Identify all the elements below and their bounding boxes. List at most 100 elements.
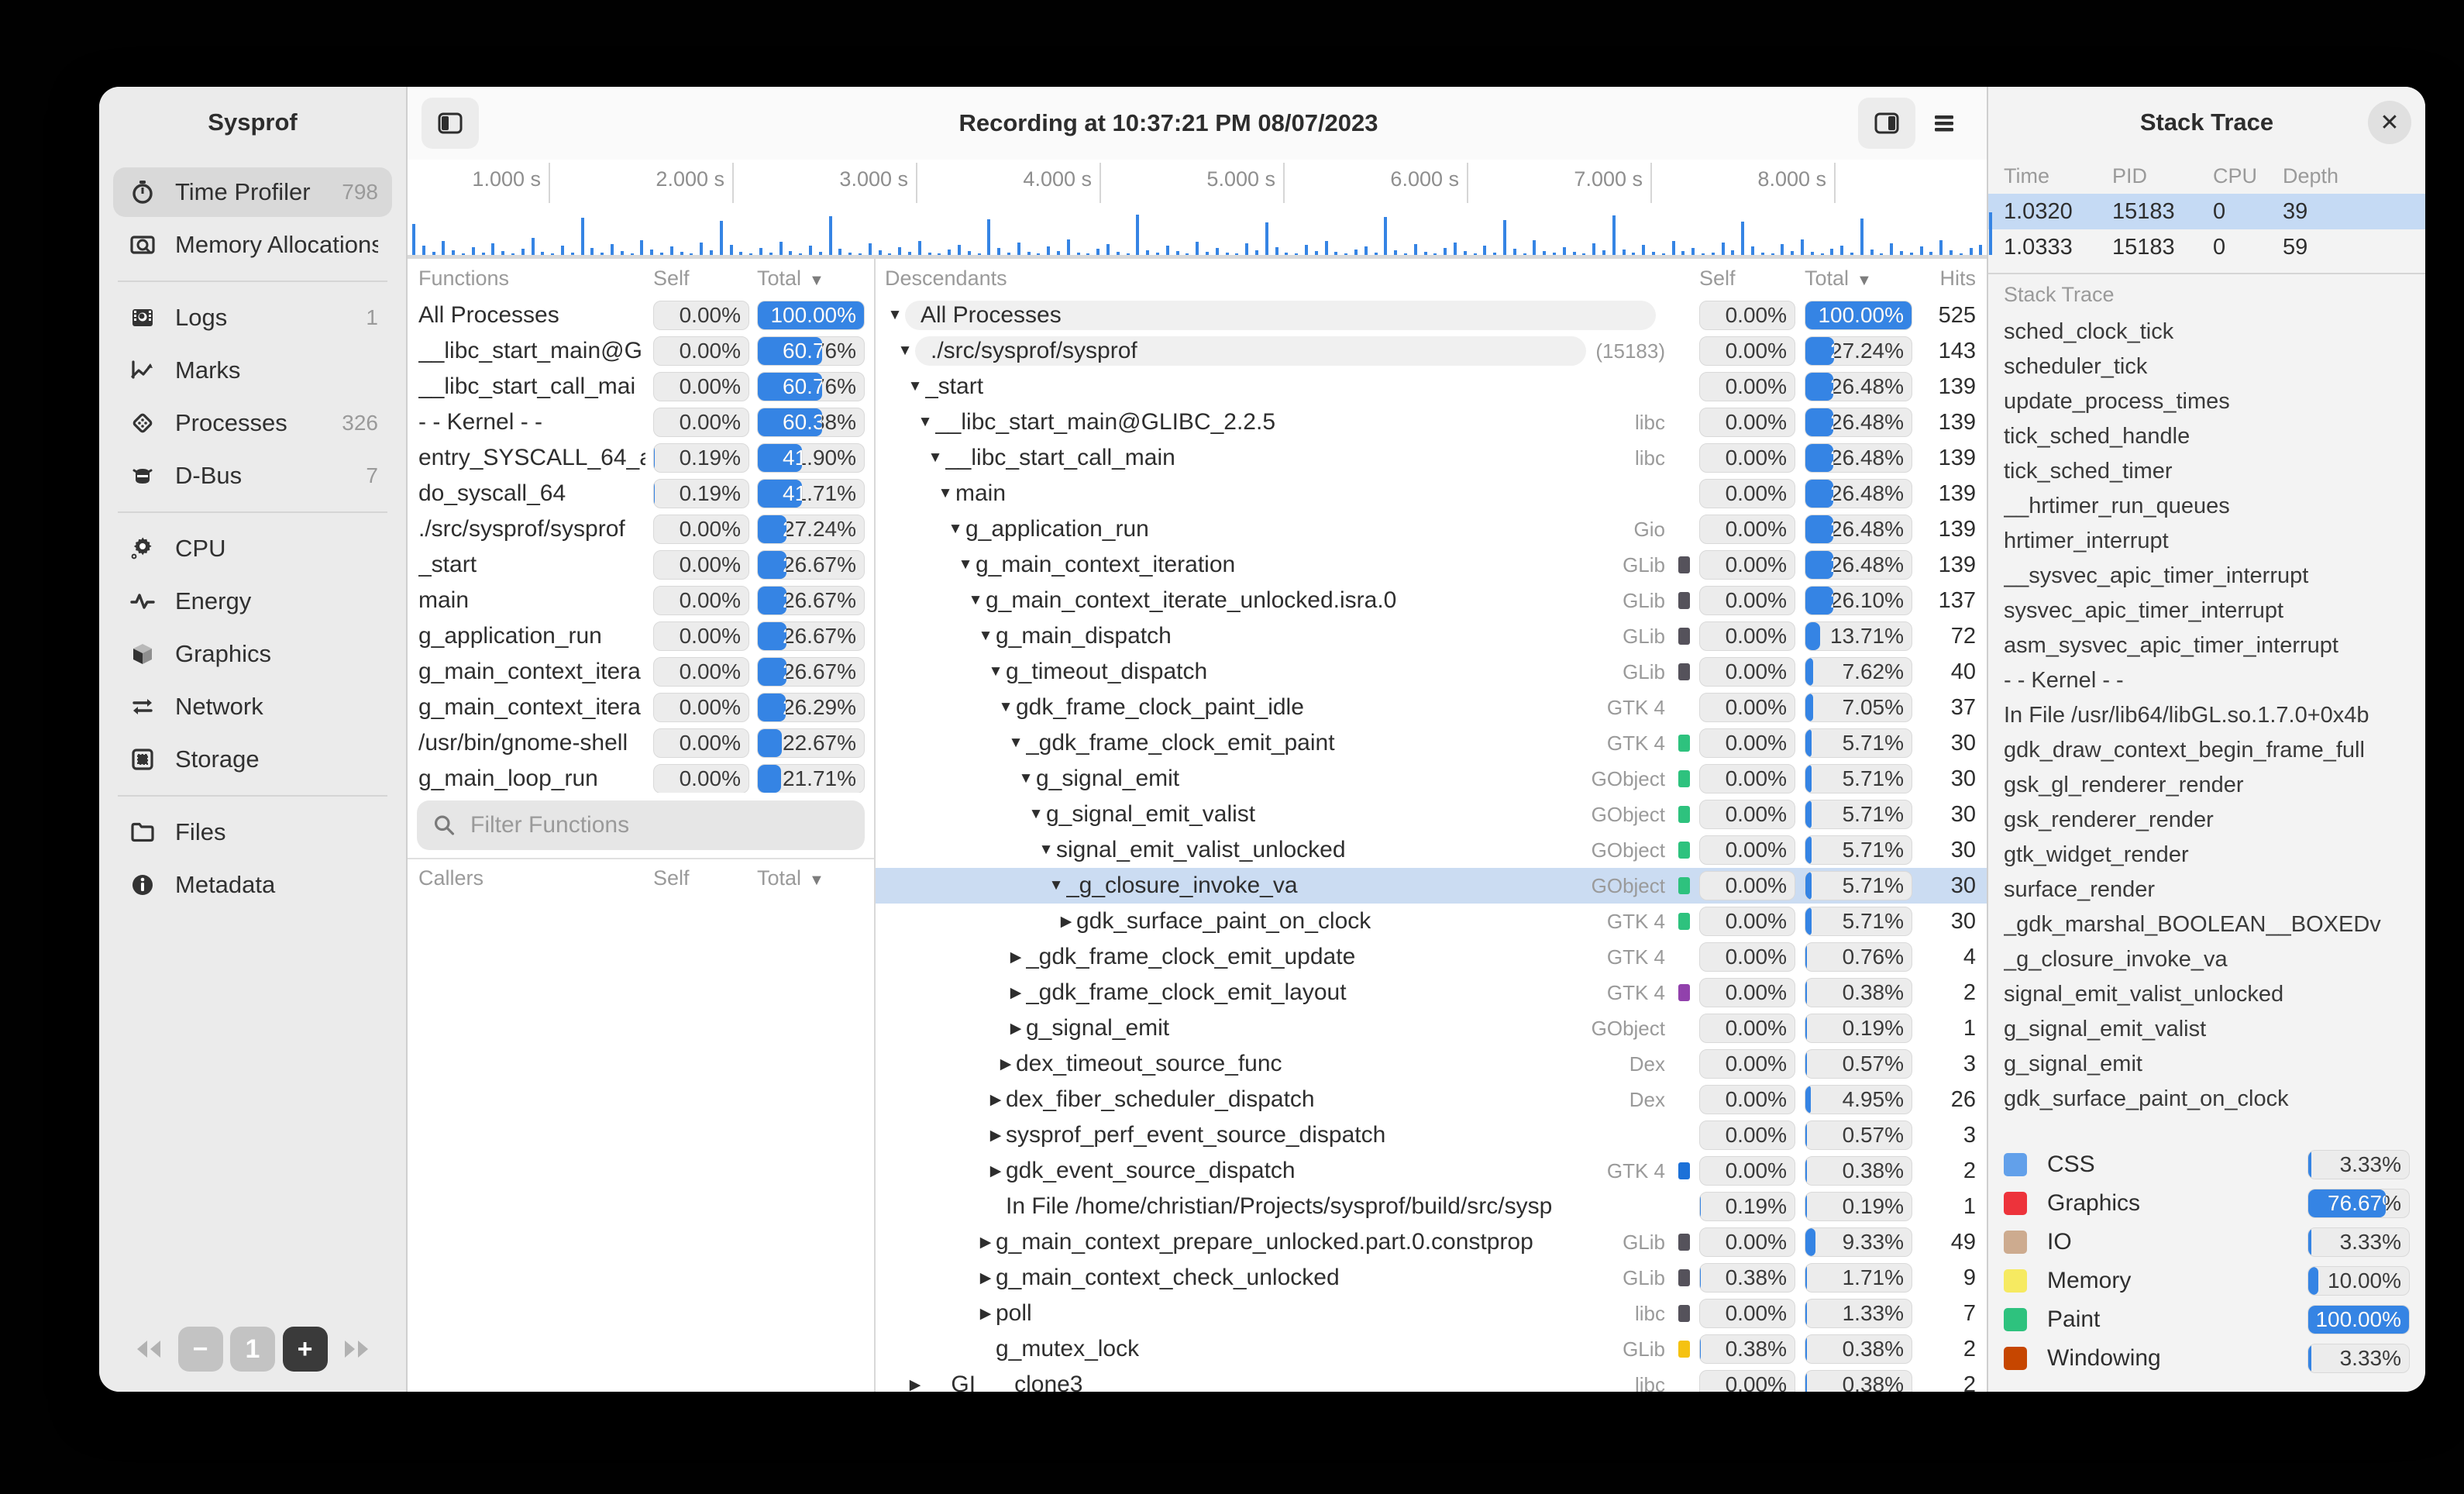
stack-frame[interactable]: gtk_widget_render [2004,838,2410,873]
skip-forward-icon[interactable] [335,1327,380,1372]
tree-row[interactable]: ▼__libc_start_main@GLIBC_2.2.5libc0.00%0… [876,404,1987,440]
expanded-arrow-icon[interactable]: ▼ [1046,877,1066,894]
tree-row[interactable]: ▼signal_emit_valist_unlockedGObject0.00%… [876,832,1987,868]
close-icon[interactable]: ✕ [2368,101,2411,144]
collapsed-arrow-icon[interactable]: ▶ [976,1305,996,1323]
expanded-arrow-icon[interactable]: ▼ [1026,806,1046,823]
stack-frame[interactable]: tick_sched_timer [2004,454,2410,489]
toggle-sidebar-button[interactable] [422,98,479,149]
function-row[interactable]: _start0.00%0.00%26.67%26.67% [408,547,874,583]
pid-column-header[interactable]: PID [2112,164,2205,188]
expanded-arrow-icon[interactable]: ▼ [1006,735,1026,752]
collapsed-arrow-icon[interactable]: ▶ [905,1376,925,1392]
callers-total-column-header[interactable]: Total▼ [757,866,865,890]
expanded-arrow-icon[interactable]: ▼ [1016,770,1036,787]
collapsed-arrow-icon[interactable]: ▶ [996,1055,1016,1073]
tree-row[interactable]: ▶g_main_context_check_unlockedGLib0.38%0… [876,1260,1987,1296]
collapsed-arrow-icon[interactable]: ▶ [986,1127,1006,1145]
collapsed-arrow-icon[interactable]: ▶ [986,1091,1006,1109]
callers-self-column-header[interactable]: Self [653,866,749,890]
zoom-out-button[interactable]: − [178,1327,223,1372]
tree-row[interactable]: ▼g_main_context_iterationGLib0.00%0.00%2… [876,547,1987,583]
tree-row[interactable]: ▼_gdk_frame_clock_emit_paintGTK 40.00%0.… [876,725,1987,761]
sample-row[interactable]: 1.033315183059 [1988,229,2425,265]
functions-column-header[interactable]: Functions [418,267,645,291]
function-row[interactable]: do_syscall_640.19%0.19%41.71%41.71% [408,476,874,511]
tree-row[interactable]: In File /home/christian/Projects/sysprof… [876,1189,1987,1224]
function-row[interactable]: main0.00%0.00%26.67%26.67% [408,583,874,618]
expanded-arrow-icon[interactable]: ▼ [1036,842,1056,859]
depth-column-header[interactable]: Depth [2283,164,2410,188]
function-row[interactable]: ./src/sysprof/sysprof0.00%0.00%27.24%27.… [408,511,874,547]
stack-frame[interactable]: surface_render [2004,873,2410,907]
function-row[interactable]: - - Kernel - -0.00%0.00%60.38%60.38% [408,404,874,440]
cpu-column-header[interactable]: CPU [2213,164,2275,188]
sidebar-item-energy[interactable]: Energy [113,577,392,626]
self-column-header[interactable]: Self [653,267,749,291]
total-column-header[interactable]: Total▼ [757,267,865,291]
sidebar-item-logs[interactable]: Logs1 [113,293,392,343]
tree-row[interactable]: ▼_start0.00%0.00%26.48%26.48%139 [876,369,1987,404]
tree-row[interactable]: ▼__libc_start_call_mainlibc0.00%0.00%26.… [876,440,1987,476]
expanded-arrow-icon[interactable]: ▼ [976,628,996,645]
stack-frame[interactable]: In File /usr/lib64/libGL.so.1.7.0+0x4b [2004,698,2410,733]
tree-row[interactable]: ▼g_signal_emitGObject0.00%0.00%5.71%5.71… [876,761,1987,797]
sidebar-item-metadata[interactable]: Metadata [113,860,392,910]
expanded-arrow-icon[interactable]: ▼ [915,414,935,431]
expanded-arrow-icon[interactable]: ▼ [955,556,976,573]
hits-column-header[interactable]: Hits [1922,267,1976,291]
sidebar-item-network[interactable]: Network [113,682,392,732]
function-row[interactable]: __libc_start_main@G0.00%0.00%60.76%60.76… [408,333,874,369]
collapsed-arrow-icon[interactable]: ▶ [1006,984,1026,1002]
stack-frame[interactable]: hrtimer_interrupt [2004,524,2410,559]
stack-frame[interactable]: sched_clock_tick [2004,315,2410,349]
collapsed-arrow-icon[interactable]: ▶ [1006,948,1026,966]
expanded-arrow-icon[interactable]: ▼ [905,378,925,395]
function-row[interactable]: g_main_context_itera0.00%0.00%26.29%26.2… [408,690,874,725]
stack-frame[interactable]: g_signal_emit [2004,1047,2410,1082]
expanded-arrow-icon[interactable]: ▼ [935,485,955,502]
stack-frame[interactable]: scheduler_tick [2004,349,2410,384]
sidebar-item-d-bus[interactable]: D-Bus7 [113,451,392,501]
expanded-arrow-icon[interactable]: ▼ [965,592,986,609]
tree-row[interactable]: ▼All Processes0.00%0.00%100.00%100.00%52… [876,298,1987,333]
tree-row[interactable]: ▼gdk_frame_clock_paint_idleGTK 40.00%0.0… [876,690,1987,725]
descendants-self-column-header[interactable]: Self [1699,267,1795,291]
skip-backward-icon[interactable] [126,1327,170,1372]
sidebar-item-processes[interactable]: Processes326 [113,398,392,448]
expanded-arrow-icon[interactable]: ▼ [996,699,1016,716]
tree-row[interactable]: ▼g_application_runGio0.00%0.00%26.48%26.… [876,511,1987,547]
collapsed-arrow-icon[interactable]: ▶ [986,1162,1006,1180]
tree-row[interactable]: ▶_gdk_frame_clock_emit_updateGTK 40.00%0… [876,939,1987,975]
tree-row[interactable]: ▼g_signal_emit_valistGObject0.00%0.00%5.… [876,797,1987,832]
stack-frame[interactable]: g_signal_emit_valist [2004,1012,2410,1047]
collapsed-arrow-icon[interactable]: ▶ [1006,1020,1026,1038]
stack-frame[interactable]: update_process_times [2004,384,2410,419]
stack-frame[interactable]: gsk_gl_renderer_render [2004,768,2410,803]
callers-column-header[interactable]: Callers [418,866,645,890]
function-row[interactable]: All Processes0.00%0.00%100.00%100.00% [408,298,874,333]
function-row[interactable]: entry_SYSCALL_64_a0.19%0.19%41.90%41.90% [408,440,874,476]
tree-row[interactable]: ▶sysprof_perf_event_source_dispatch0.00%… [876,1117,1987,1153]
menu-button[interactable] [1915,98,1973,149]
filter-functions-box[interactable] [417,800,865,850]
tree-row[interactable]: ▶dex_timeout_source_funcDex0.00%0.00%0.5… [876,1046,1987,1082]
tree-row[interactable]: ▶g_main_context_prepare_unlocked.part.0.… [876,1224,1987,1260]
stack-frame[interactable]: _gdk_marshal_BOOLEAN__BOXEDv [2004,907,2410,942]
function-row[interactable]: g_application_run0.00%0.00%26.67%26.67% [408,618,874,654]
sidebar-item-storage[interactable]: Storage [113,735,392,784]
sample-row[interactable]: 1.032015183039 [1988,194,2425,229]
stack-frame[interactable]: sysvec_apic_timer_interrupt [2004,594,2410,628]
stack-frame[interactable]: gsk_renderer_render [2004,803,2410,838]
zoom-in-button[interactable]: + [283,1327,328,1372]
tree-row[interactable]: ▶dex_fiber_scheduler_dispatchDex0.00%0.0… [876,1082,1987,1117]
function-row[interactable]: g_main_context_itera0.00%0.00%26.67%26.6… [408,654,874,690]
sidebar-item-files[interactable]: Files [113,807,392,857]
sidebar-item-memory-allocations[interactable]: Memory Allocations [113,220,392,270]
tree-row[interactable]: ▶_gdk_frame_clock_emit_layoutGTK 40.00%0… [876,975,1987,1010]
stack-frame[interactable]: tick_sched_handle [2004,419,2410,454]
time-column-header[interactable]: Time [2004,164,2104,188]
expanded-arrow-icon[interactable]: ▼ [925,449,945,466]
function-row[interactable]: __libc_start_call_mai0.00%0.00%60.76%60.… [408,369,874,404]
tree-row[interactable]: ▶__GI___clone3libc0.00%0.00%0.38%0.38%2 [876,1367,1987,1392]
